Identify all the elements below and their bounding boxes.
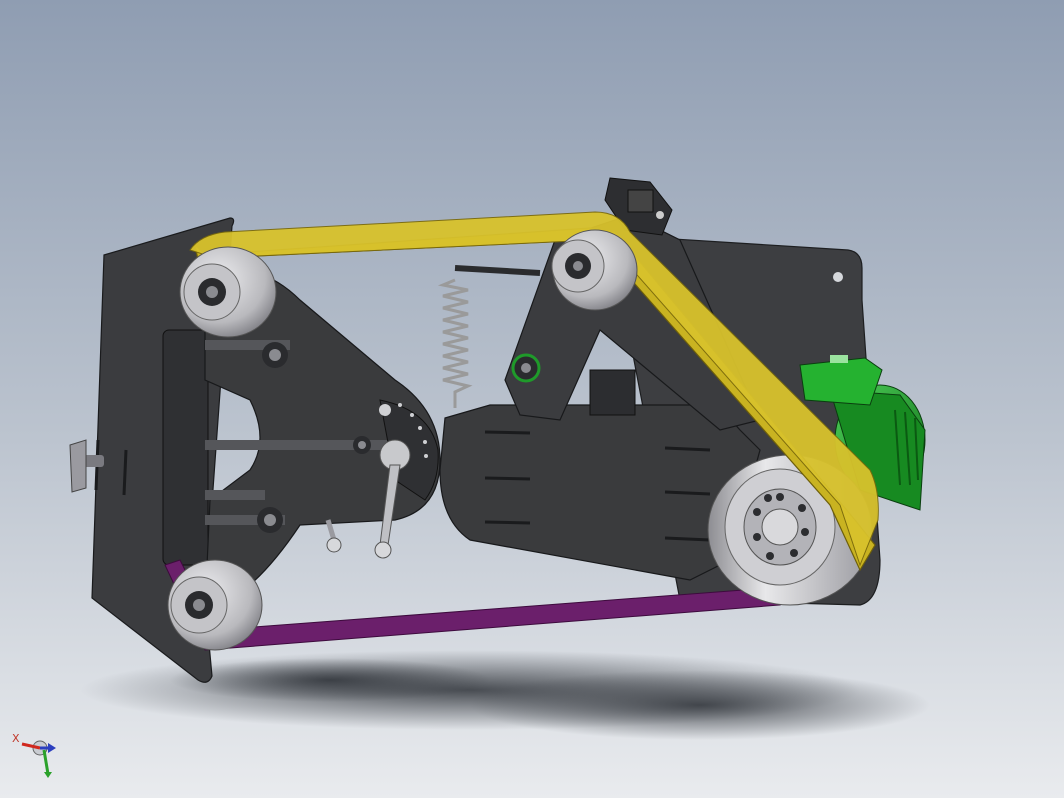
- motor-terminal-lid: [830, 355, 848, 363]
- lock-handle[interactable]: [325, 519, 342, 553]
- motor-terminal-box: [799, 357, 883, 406]
- x-axis-label: X: [12, 732, 20, 745]
- tensioner-block: [589, 369, 636, 416]
- plate-slot: [122, 449, 128, 496]
- idler-wheel-top-right: [551, 229, 638, 311]
- platen-bar: [162, 329, 209, 566]
- plate-mount-hole: [833, 272, 843, 282]
- belt-grinder-model[interactable]: [0, 0, 1064, 798]
- cad-viewport[interactable]: X: [0, 0, 1064, 798]
- idler-wheel-top-left: [179, 246, 277, 338]
- y-axis-arrow: [48, 743, 56, 753]
- orientation-triad[interactable]: X: [10, 730, 60, 780]
- z-axis-arrow: [44, 772, 52, 778]
- z-axis: [42, 749, 50, 775]
- idler-wheel-bottom-left: [167, 559, 263, 651]
